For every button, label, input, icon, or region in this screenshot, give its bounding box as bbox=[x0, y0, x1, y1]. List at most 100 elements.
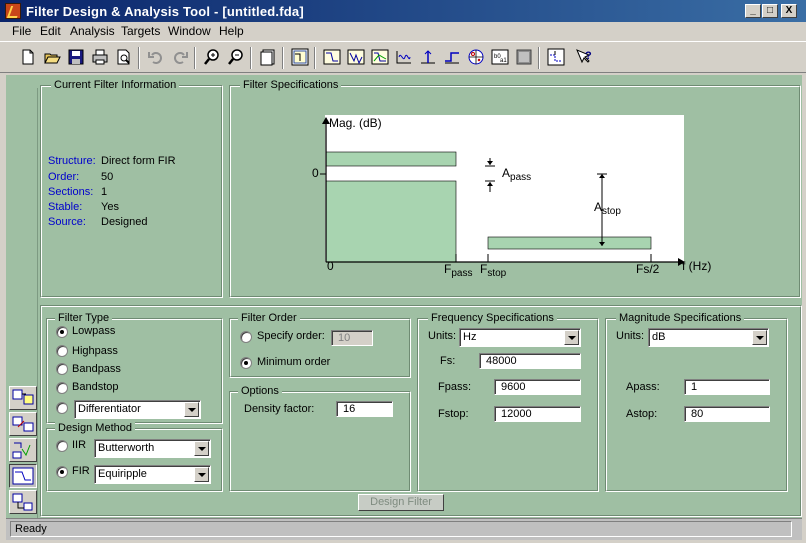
magnitude-units-label: Units: bbox=[616, 330, 645, 342]
frequency-units-value: Hz bbox=[463, 331, 477, 343]
fpass-field[interactable]: 9600 bbox=[494, 379, 581, 395]
bandpass-radio[interactable] bbox=[56, 363, 68, 375]
bandstop-label: Bandstop bbox=[72, 381, 119, 393]
zoom-out-icon[interactable] bbox=[226, 47, 246, 67]
bandpass-label: Bandpass bbox=[72, 363, 121, 375]
menu-analysis[interactable]: Analysis bbox=[70, 24, 115, 38]
y-axis-label: Mag. (dB) bbox=[329, 116, 382, 130]
zoom-in-icon[interactable] bbox=[202, 47, 222, 67]
frequency-specs-label: Frequency Specifications bbox=[428, 312, 557, 324]
transform-icon[interactable] bbox=[9, 412, 37, 436]
zero-label: 0 bbox=[312, 166, 319, 180]
print-preview-icon[interactable] bbox=[114, 47, 134, 67]
iir-radio[interactable] bbox=[56, 440, 68, 452]
bandstop-radio[interactable] bbox=[56, 382, 68, 394]
import-icon[interactable] bbox=[9, 438, 37, 462]
density-factor-field[interactable]: 16 bbox=[336, 401, 393, 417]
astop-field[interactable]: 80 bbox=[684, 406, 770, 422]
svg-text:a1: a1 bbox=[500, 58, 507, 64]
frequency-units-popup[interactable]: Hz bbox=[459, 328, 581, 347]
filter-order-panel: Filter Order bbox=[229, 312, 411, 378]
undo-icon[interactable] bbox=[146, 47, 166, 67]
phase-icon[interactable] bbox=[346, 47, 366, 67]
design-mode-icon[interactable] bbox=[546, 47, 566, 67]
magnitude-icon[interactable] bbox=[322, 47, 342, 67]
redo-icon[interactable] bbox=[170, 47, 190, 67]
stable-value: Yes bbox=[101, 201, 119, 213]
apass-field[interactable]: 1 bbox=[684, 379, 770, 395]
fir-radio[interactable] bbox=[56, 466, 68, 478]
menu-file[interactable]: File bbox=[12, 24, 31, 38]
open-icon[interactable] bbox=[42, 47, 62, 67]
maximize-button[interactable]: □ bbox=[762, 4, 778, 18]
menu-bar: File Edit Analysis Targets Window Help bbox=[0, 22, 806, 41]
fpass-field-label: Fpass: bbox=[438, 381, 472, 393]
save-icon[interactable] bbox=[66, 47, 86, 67]
chevron-down-icon[interactable] bbox=[184, 402, 199, 417]
minimum-order-label: Minimum order bbox=[257, 356, 331, 368]
chevron-down-icon[interactable] bbox=[752, 330, 767, 345]
filter-info-icon[interactable] bbox=[514, 47, 534, 67]
astop-field-label: Astop: bbox=[626, 408, 658, 420]
group-delay-icon[interactable] bbox=[394, 47, 414, 67]
source-value: Designed bbox=[101, 216, 148, 228]
options-label: Options bbox=[238, 385, 282, 397]
current-filter-info-panel: Current Filter Information Structure: Di… bbox=[40, 79, 223, 298]
order-value: 50 bbox=[101, 171, 114, 183]
lowpass-radio[interactable] bbox=[56, 326, 68, 338]
whats-this-icon[interactable]: ? bbox=[574, 47, 594, 67]
mag-phase-icon[interactable] bbox=[370, 47, 390, 67]
impulse-icon[interactable] bbox=[418, 47, 438, 67]
chevron-down-icon[interactable] bbox=[194, 441, 209, 456]
chevron-down-icon[interactable] bbox=[194, 467, 209, 482]
filter-spec-diagram bbox=[320, 115, 685, 266]
specify-order-label: Specify order: bbox=[257, 330, 325, 342]
lowpass-label: Lowpass bbox=[72, 325, 116, 337]
x-axis-label: f (Hz) bbox=[682, 259, 712, 273]
apass-label: Apass bbox=[502, 166, 532, 183]
magnitude-units-value: dB bbox=[652, 331, 666, 343]
fs-field[interactable]: 48000 bbox=[479, 353, 581, 369]
specify-order-field[interactable]: 10 bbox=[331, 330, 373, 346]
realize-icon[interactable] bbox=[9, 490, 37, 514]
structure-key: Structure: bbox=[48, 155, 96, 167]
coefficients-icon[interactable]: b0 a1 bbox=[490, 47, 510, 67]
iir-method-popup[interactable]: Butterworth bbox=[94, 439, 211, 458]
close-button[interactable]: X bbox=[781, 4, 797, 18]
minimum-order-radio[interactable] bbox=[240, 357, 252, 369]
specify-order-radio[interactable] bbox=[240, 331, 252, 343]
other-type-radio[interactable] bbox=[56, 402, 68, 414]
new-figure-icon[interactable] bbox=[258, 47, 278, 67]
print-icon[interactable] bbox=[90, 47, 110, 67]
current-filter-info-label: Current Filter Information bbox=[51, 79, 180, 91]
menu-window[interactable]: Window bbox=[168, 24, 211, 38]
new-icon[interactable] bbox=[18, 47, 38, 67]
minimize-button[interactable]: _ bbox=[745, 4, 761, 18]
stable-key: Stable: bbox=[48, 201, 83, 213]
magnitude-units-popup[interactable]: dB bbox=[648, 328, 769, 347]
highpass-radio[interactable] bbox=[56, 345, 68, 357]
design-filter-button[interactable]: Design Filter bbox=[358, 494, 444, 511]
highpass-label: Highpass bbox=[72, 345, 118, 357]
filter-type-popup[interactable]: Differentiator bbox=[74, 400, 201, 419]
structure-value: Direct form FIR bbox=[101, 155, 176, 167]
menu-targets[interactable]: Targets bbox=[121, 24, 160, 38]
fs2-label: Fs/2 bbox=[636, 262, 660, 276]
svg-text:?: ? bbox=[585, 50, 592, 62]
menu-help[interactable]: Help bbox=[219, 24, 244, 38]
pole-zero-icon[interactable] bbox=[466, 47, 486, 67]
step-icon[interactable] bbox=[442, 47, 462, 67]
x-zero-label: 0 bbox=[327, 259, 334, 273]
quantize-icon[interactable] bbox=[9, 386, 37, 410]
chevron-down-icon[interactable] bbox=[564, 330, 579, 345]
full-view-icon[interactable] bbox=[290, 47, 310, 67]
magnitude-specs-label: Magnitude Specifications bbox=[616, 312, 745, 324]
window-title: Filter Design & Analysis Tool - [untitle… bbox=[26, 4, 304, 19]
design-filter-icon[interactable] bbox=[9, 464, 37, 488]
fstop-field[interactable]: 12000 bbox=[494, 406, 581, 422]
fir-method-popup[interactable]: Equiripple bbox=[94, 465, 211, 484]
menu-edit[interactable]: Edit bbox=[40, 24, 61, 38]
status-bar: Ready bbox=[6, 518, 802, 540]
apass-field-label: Apass: bbox=[626, 381, 660, 393]
matlab-app-icon[interactable] bbox=[5, 3, 21, 19]
